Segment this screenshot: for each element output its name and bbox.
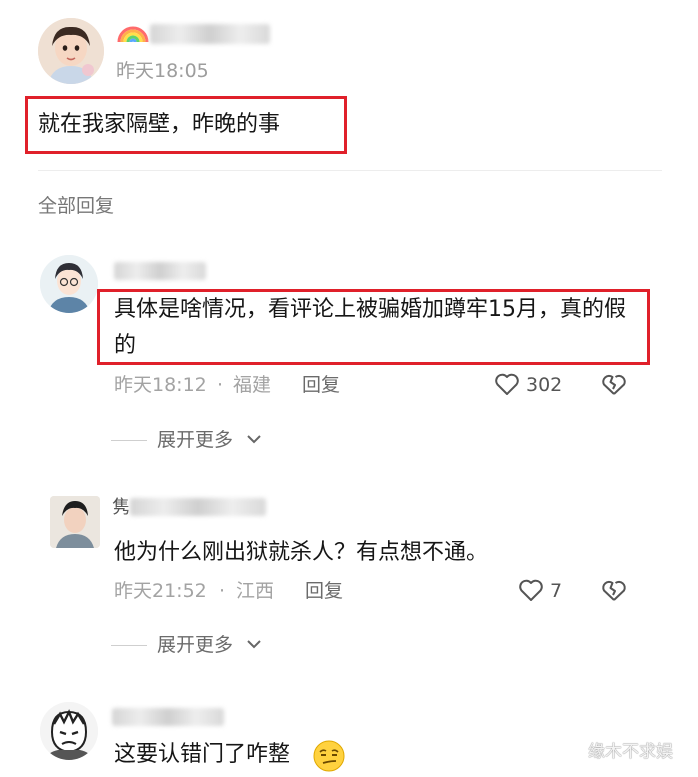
reply-avatar[interactable] <box>40 255 98 313</box>
expand-more-line <box>111 440 147 441</box>
like-count: 302 <box>526 374 563 396</box>
expand-more-line <box>111 645 147 646</box>
reply-text: 他为什么刚出狱就杀人？有点想不通。 <box>114 540 489 565</box>
expand-more-button[interactable]: 展开更多 <box>157 427 233 453</box>
chevron-down-icon[interactable] <box>246 638 262 650</box>
section-divider <box>38 170 662 171</box>
post-time: 昨天18:05 <box>116 60 209 82</box>
watermark: 缘木不求娱 <box>588 742 673 762</box>
reply-time: 昨天18:12 <box>114 374 207 396</box>
reply-location: 江西 <box>236 580 275 602</box>
reply-location: 福建 <box>233 374 272 396</box>
expand-more-button[interactable]: 展开更多 <box>157 632 233 658</box>
like-count: 7 <box>550 580 563 602</box>
reply-author-initial: 隽 <box>112 497 130 518</box>
chevron-down-icon[interactable] <box>246 433 262 445</box>
reply-button[interactable]: 回复 <box>302 372 340 398</box>
post-text: 就在我家隔壁，昨晚的事 <box>38 112 281 137</box>
rainbow-emoji-icon <box>116 22 150 44</box>
reply-time: 昨天21:52 <box>114 580 207 602</box>
smirk-emoji-icon <box>312 739 346 773</box>
dislike-broken-heart-icon[interactable] <box>600 578 628 602</box>
meta-separator: · <box>217 374 224 396</box>
reply-author-name-blurred <box>114 262 206 280</box>
reply-text: 具体是啥情况，看评论上被骗婚加蹲牢15月，真的假的 <box>114 297 626 358</box>
like-heart-icon[interactable] <box>518 578 544 602</box>
reply-button[interactable]: 回复 <box>305 578 343 604</box>
meta-separator: · <box>219 580 226 602</box>
reply-avatar[interactable] <box>40 702 98 760</box>
reply-text: 这要认错门了咋整 <box>114 742 291 767</box>
reply-avatar[interactable] <box>50 496 100 548</box>
post-author-avatar[interactable] <box>38 18 104 84</box>
dislike-broken-heart-icon[interactable] <box>600 372 628 396</box>
post-author-name-blurred <box>150 24 270 44</box>
reply-author-name-blurred <box>130 498 266 516</box>
reply-author-name-blurred <box>112 708 224 726</box>
all-replies-label: 全部回复 <box>38 195 115 217</box>
like-heart-icon[interactable] <box>494 372 520 396</box>
